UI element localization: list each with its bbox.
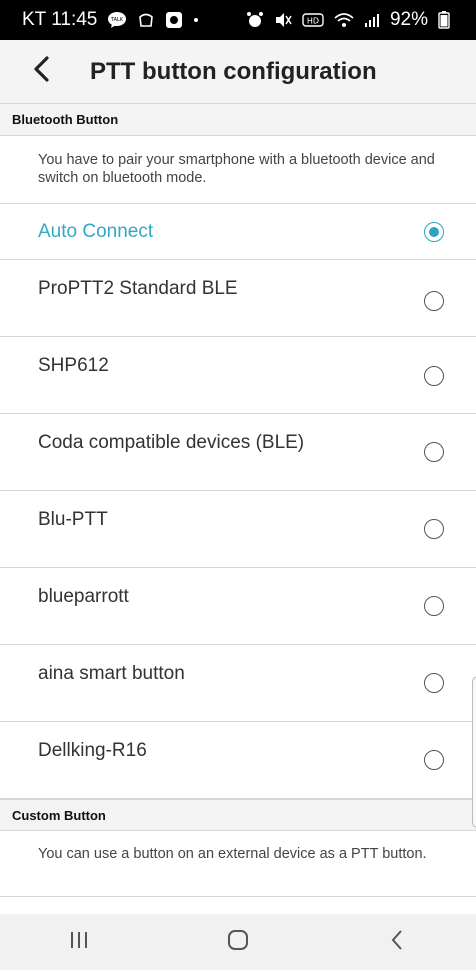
app-notification-icon — [165, 11, 183, 29]
radio-button[interactable] — [424, 673, 444, 693]
navigation-bar — [0, 914, 476, 970]
radio-dot — [429, 227, 439, 237]
radio-button[interactable] — [424, 366, 444, 386]
option-label: SHP612 — [38, 355, 109, 376]
option-label: Auto Connect — [38, 221, 154, 242]
recent-apps-icon — [68, 930, 90, 955]
signal-icon — [364, 12, 380, 28]
svg-text:TALK: TALK — [110, 17, 124, 23]
wifi-icon — [334, 12, 354, 28]
section-description-custom: You can use a button on an external devi… — [0, 831, 476, 897]
option-dellking-r16[interactable]: Dellking-R16 — [0, 722, 476, 799]
option-label: Dellking-R16 — [38, 740, 147, 761]
battery-icon — [438, 11, 450, 29]
option-auto-connect[interactable]: Auto Connect — [0, 204, 476, 260]
recent-apps-button[interactable] — [39, 914, 119, 970]
option-shp612[interactable]: SHP612 — [0, 337, 476, 414]
svg-text:HD: HD — [307, 17, 319, 26]
system-back-button[interactable] — [357, 914, 437, 970]
back-button[interactable] — [12, 40, 72, 104]
carrier-time: KT 11:45 — [22, 9, 98, 30]
radio-button[interactable] — [424, 442, 444, 462]
option-label: aina smart button — [38, 663, 185, 684]
hd-voice-icon: HD — [302, 12, 324, 28]
option-label: Coda compatible devices (BLE) — [38, 432, 305, 453]
more-dot-icon — [193, 17, 199, 23]
radio-button[interactable] — [424, 596, 444, 616]
section-header-custom: Custom Button — [0, 799, 476, 831]
home-icon — [227, 929, 249, 956]
chat-bubble-icon: TALK — [107, 11, 127, 29]
back-arrow-icon — [31, 56, 53, 87]
section-header-bluetooth: Bluetooth Button — [0, 104, 476, 136]
option-aina-smart-button[interactable]: aina smart button — [0, 645, 476, 722]
option-label: ProPTT2 Standard BLE — [38, 278, 238, 299]
option-coda-compatible[interactable]: Coda compatible devices (BLE) — [0, 414, 476, 491]
home-button[interactable] — [198, 914, 278, 970]
section-description-bluetooth: You have to pair your smartphone with a … — [0, 136, 476, 204]
option-blueparrott[interactable]: blueparrott — [0, 568, 476, 645]
option-label: Blu-PTT — [38, 509, 108, 530]
option-proptt2-standard-ble[interactable]: ProPTT2 Standard BLE — [0, 260, 476, 337]
radio-button[interactable] — [424, 519, 444, 539]
option-label: blueparrott — [38, 586, 129, 607]
page-title: PTT button configuration — [90, 57, 377, 85]
alarm-icon — [246, 11, 264, 29]
radio-button[interactable] — [424, 291, 444, 311]
scroll-indicator[interactable] — [472, 676, 476, 828]
app-bar: PTT button configuration — [0, 40, 476, 104]
radio-button[interactable] — [424, 750, 444, 770]
battery-percent: 92% — [389, 9, 428, 30]
status-bar: KT 11:45 TALK HD 92% — [0, 0, 476, 40]
radio-button-selected[interactable] — [424, 222, 444, 242]
notification-icon — [137, 11, 155, 29]
option-blu-ptt[interactable]: Blu-PTT — [0, 491, 476, 568]
mute-icon — [274, 11, 292, 29]
system-back-icon — [390, 929, 404, 956]
